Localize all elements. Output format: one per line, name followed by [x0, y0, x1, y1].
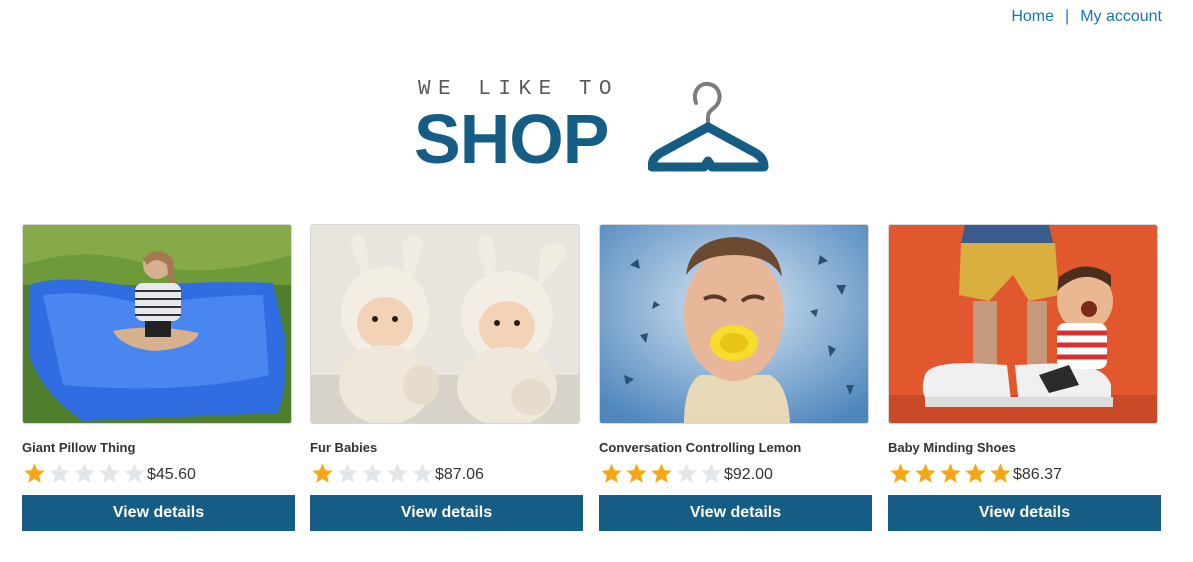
product-card: Conversation Controlling Lemon $92.00 Vi… — [599, 224, 872, 531]
product-price: $87.06 — [435, 465, 484, 483]
man-with-lemon-photo — [600, 225, 868, 423]
product-card: Giant Pillow Thing $45.60 View details — [22, 224, 295, 531]
star-filled-icon — [940, 463, 961, 483]
star-empty-icon — [337, 463, 358, 483]
blue-bean-bag-photo — [23, 225, 291, 423]
product-price: $45.60 — [147, 465, 196, 483]
star-empty-icon — [124, 463, 145, 483]
figurine-shoes-photo — [889, 225, 1157, 423]
star-empty-icon — [74, 463, 95, 483]
star-rating — [888, 462, 1013, 484]
logo-tagline: WE LIKE TO — [418, 78, 620, 101]
star-empty-icon — [49, 463, 70, 483]
star-filled-icon — [990, 463, 1011, 483]
rating-row: $86.37 — [888, 460, 1161, 486]
product-name[interactable]: Giant Pillow Thing — [22, 440, 295, 456]
product-name[interactable]: Conversation Controlling Lemon — [599, 440, 872, 456]
star-filled-icon — [965, 463, 986, 483]
hanger-icon — [648, 81, 769, 172]
star-filled-icon — [24, 463, 45, 483]
view-details-button[interactable]: View details — [599, 495, 872, 531]
star-filled-icon — [626, 463, 647, 483]
page: Home | My account WE LIKE TO SHOP Giant … — [0, 0, 1193, 562]
view-details-button[interactable]: View details — [22, 495, 295, 531]
product-name[interactable]: Baby Minding Shoes — [888, 440, 1161, 456]
star-empty-icon — [676, 463, 697, 483]
star-empty-icon — [387, 463, 408, 483]
product-image[interactable] — [888, 224, 1158, 424]
star-rating — [22, 462, 147, 484]
product-price: $86.37 — [1013, 465, 1062, 483]
top-navigation: Home | My account — [1011, 8, 1162, 26]
star-filled-icon — [601, 463, 622, 483]
view-details-button[interactable]: View details — [310, 495, 583, 531]
rating-row: $87.06 — [310, 460, 583, 486]
rating-row: $92.00 — [599, 460, 872, 486]
my-account-link[interactable]: My account — [1080, 8, 1162, 26]
logo-wordmark: SHOP — [414, 100, 609, 178]
star-empty-icon — [701, 463, 722, 483]
view-details-button[interactable]: View details — [888, 495, 1161, 531]
star-empty-icon — [362, 463, 383, 483]
product-card: Fur Babies $87.06 View details — [310, 224, 583, 531]
product-price: $92.00 — [724, 465, 773, 483]
product-card: Baby Minding Shoes $86.37 View details — [888, 224, 1161, 531]
star-filled-icon — [312, 463, 333, 483]
star-rating — [599, 462, 724, 484]
star-empty-icon — [99, 463, 120, 483]
star-filled-icon — [890, 463, 911, 483]
rating-row: $45.60 — [22, 460, 295, 486]
nav-separator: | — [1065, 8, 1070, 25]
product-name[interactable]: Fur Babies — [310, 440, 583, 456]
star-empty-icon — [412, 463, 433, 483]
site-logo[interactable]: WE LIKE TO SHOP — [414, 75, 774, 178]
babies-in-bunny-hats-photo — [311, 225, 579, 423]
star-filled-icon — [915, 463, 936, 483]
product-image[interactable] — [22, 224, 292, 424]
star-rating — [310, 462, 435, 484]
star-filled-icon — [651, 463, 672, 483]
product-image[interactable] — [310, 224, 580, 424]
product-image[interactable] — [599, 224, 869, 424]
home-link[interactable]: Home — [1011, 8, 1054, 26]
